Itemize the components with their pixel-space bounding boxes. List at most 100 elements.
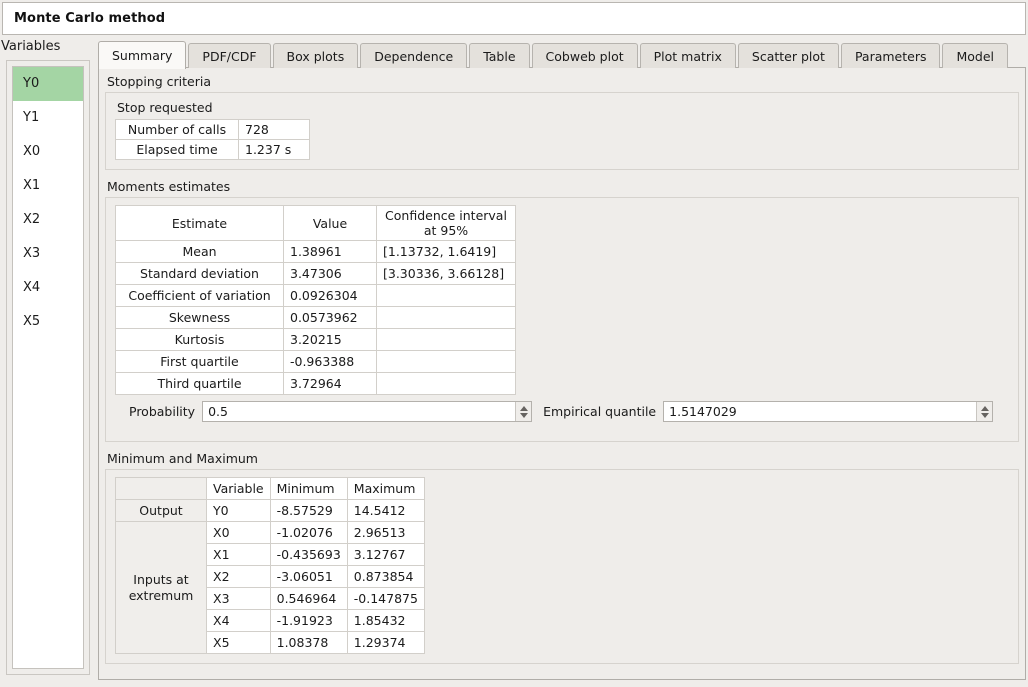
- minmax-header-minimum: Minimum: [270, 478, 347, 500]
- variables-pane: Variables Y0Y1X0X1X2X3X4X5: [0, 38, 95, 683]
- variable-item-x5[interactable]: X5: [13, 305, 83, 339]
- table-row: Third quartile3.72964: [116, 373, 516, 395]
- moments-header-value: Value: [284, 206, 377, 241]
- variable-item-y1[interactable]: Y1: [13, 101, 83, 135]
- minmax-minimum: -8.57529: [270, 500, 347, 522]
- tab-scatter-plot[interactable]: Scatter plot: [738, 43, 839, 68]
- moment-estimate-value: 3.72964: [284, 373, 377, 395]
- window-titlebar: Monte Carlo method: [2, 2, 1026, 35]
- minmax-header-row: Variable Minimum Maximum: [116, 478, 425, 500]
- stopping-criteria-title: Stopping criteria: [105, 74, 1019, 89]
- table-row: Mean1.38961[1.13732, 1.6419]: [116, 241, 516, 263]
- tab-parameters[interactable]: Parameters: [841, 43, 941, 68]
- minmax-variable: X4: [207, 610, 271, 632]
- variable-item-x0[interactable]: X0: [13, 135, 83, 169]
- moment-estimate-value: 3.20215: [284, 329, 377, 351]
- moment-estimate-name: Mean: [116, 241, 284, 263]
- moment-confidence-interval: [377, 329, 516, 351]
- moments-table: Estimate Value Confidence interval at 95…: [115, 205, 516, 395]
- minmax-maximum: 2.96513: [347, 522, 424, 544]
- minmax-maximum: 1.29374: [347, 632, 424, 654]
- minmax-table: Variable Minimum Maximum OutputY0-8.5752…: [115, 477, 425, 654]
- empirical-quantile-input[interactable]: 1.5147029: [664, 402, 976, 421]
- minmax-body: Variable Minimum Maximum OutputY0-8.5752…: [105, 469, 1019, 664]
- stop-criteria-label: Number of calls: [116, 120, 239, 140]
- moment-estimate-value: 0.0573962: [284, 307, 377, 329]
- stop-criteria-value: 1.237 s: [239, 140, 310, 160]
- minmax-minimum: -1.91923: [270, 610, 347, 632]
- moment-confidence-interval: [377, 351, 516, 373]
- minmax-variable: X1: [207, 544, 271, 566]
- moment-estimate-name: Kurtosis: [116, 329, 284, 351]
- tab-cobweb-plot[interactable]: Cobweb plot: [532, 43, 638, 68]
- table-row: Inputs at extremumX0-1.020762.96513: [116, 522, 425, 544]
- minmax-minimum: -3.06051: [270, 566, 347, 588]
- quantile-controls-row: Probability 0.5 Empirical quantile 1.: [129, 401, 1009, 422]
- variables-pane-label: Variables: [0, 38, 95, 58]
- minmax-maximum: 0.873854: [347, 566, 424, 588]
- tab-summary[interactable]: Summary: [98, 41, 186, 69]
- table-row: Standard deviation3.47306[3.30336, 3.661…: [116, 263, 516, 285]
- minmax-maximum: 3.12767: [347, 544, 424, 566]
- chevron-up-icon[interactable]: [981, 406, 989, 411]
- tab-pdf-cdf[interactable]: PDF/CDF: [188, 43, 270, 68]
- minmax-group-output: Output: [116, 500, 207, 522]
- stop-requested-label: Stop requested: [117, 100, 1009, 115]
- table-row: Elapsed time1.237 s: [116, 140, 310, 160]
- variable-item-x3[interactable]: X3: [13, 237, 83, 271]
- empirical-quantile-spinner-buttons[interactable]: [976, 402, 992, 421]
- stopping-criteria-body: Stop requested Number of calls728Elapsed…: [105, 92, 1019, 170]
- empirical-quantile-spinbox[interactable]: 1.5147029: [663, 401, 993, 422]
- tab-page-summary: Stopping criteria Stop requested Number …: [98, 67, 1026, 680]
- moment-estimate-name: Standard deviation: [116, 263, 284, 285]
- stopping-criteria-group: Stopping criteria Stop requested Number …: [105, 74, 1019, 170]
- window-title: Monte Carlo method: [14, 11, 165, 26]
- moment-estimate-name: Third quartile: [116, 373, 284, 395]
- moment-estimate-name: Coefficient of variation: [116, 285, 284, 307]
- minmax-maximum: 14.5412: [347, 500, 424, 522]
- minmax-group: Minimum and Maximum Variable Minimum Max…: [105, 451, 1019, 664]
- chevron-down-icon[interactable]: [520, 413, 528, 418]
- chevron-up-icon[interactable]: [520, 406, 528, 411]
- probability-spinbox[interactable]: 0.5: [202, 401, 532, 422]
- minmax-minimum: -1.02076: [270, 522, 347, 544]
- minmax-header-variable: Variable: [207, 478, 271, 500]
- application-window: Monte Carlo method Variables Y0Y1X0X1X2X…: [0, 0, 1028, 687]
- variable-item-y0[interactable]: Y0: [13, 67, 83, 101]
- moments-header-row: Estimate Value Confidence interval at 95…: [116, 206, 516, 241]
- variables-frame: Y0Y1X0X1X2X3X4X5: [6, 60, 90, 675]
- minmax-header-maximum: Maximum: [347, 478, 424, 500]
- chevron-down-icon[interactable]: [981, 413, 989, 418]
- minmax-group-inputs: Inputs at extremum: [116, 522, 207, 654]
- variable-item-x4[interactable]: X4: [13, 271, 83, 305]
- tab-model[interactable]: Model: [942, 43, 1008, 68]
- empirical-quantile-label: Empirical quantile: [543, 404, 656, 419]
- moment-confidence-interval: [377, 373, 516, 395]
- table-row: Skewness0.0573962: [116, 307, 516, 329]
- moment-confidence-interval: [377, 307, 516, 329]
- variables-list[interactable]: Y0Y1X0X1X2X3X4X5: [12, 66, 84, 669]
- tab-box-plots[interactable]: Box plots: [273, 43, 359, 68]
- variable-item-x2[interactable]: X2: [13, 203, 83, 237]
- moment-estimate-name: First quartile: [116, 351, 284, 373]
- probability-spinner-buttons[interactable]: [515, 402, 531, 421]
- table-row: Kurtosis3.20215: [116, 329, 516, 351]
- probability-label: Probability: [129, 404, 195, 419]
- moment-confidence-interval: [3.30336, 3.66128]: [377, 263, 516, 285]
- minmax-variable: X5: [207, 632, 271, 654]
- probability-input[interactable]: 0.5: [203, 402, 515, 421]
- moment-confidence-interval: [377, 285, 516, 307]
- minmax-minimum: -0.435693: [270, 544, 347, 566]
- minmax-variable: X3: [207, 588, 271, 610]
- minmax-variable: X2: [207, 566, 271, 588]
- moments-header-estimate: Estimate: [116, 206, 284, 241]
- variable-item-x1[interactable]: X1: [13, 169, 83, 203]
- main-tab-widget: SummaryPDF/CDFBox plotsDependenceTableCo…: [98, 40, 1026, 682]
- stop-requested-table: Number of calls728Elapsed time1.237 s: [115, 119, 310, 160]
- minmax-title: Minimum and Maximum: [105, 451, 1019, 466]
- tab-dependence[interactable]: Dependence: [360, 43, 467, 68]
- moment-confidence-interval: [1.13732, 1.6419]: [377, 241, 516, 263]
- tab-plot-matrix[interactable]: Plot matrix: [640, 43, 736, 68]
- tab-table[interactable]: Table: [469, 43, 529, 68]
- moment-estimate-value: 1.38961: [284, 241, 377, 263]
